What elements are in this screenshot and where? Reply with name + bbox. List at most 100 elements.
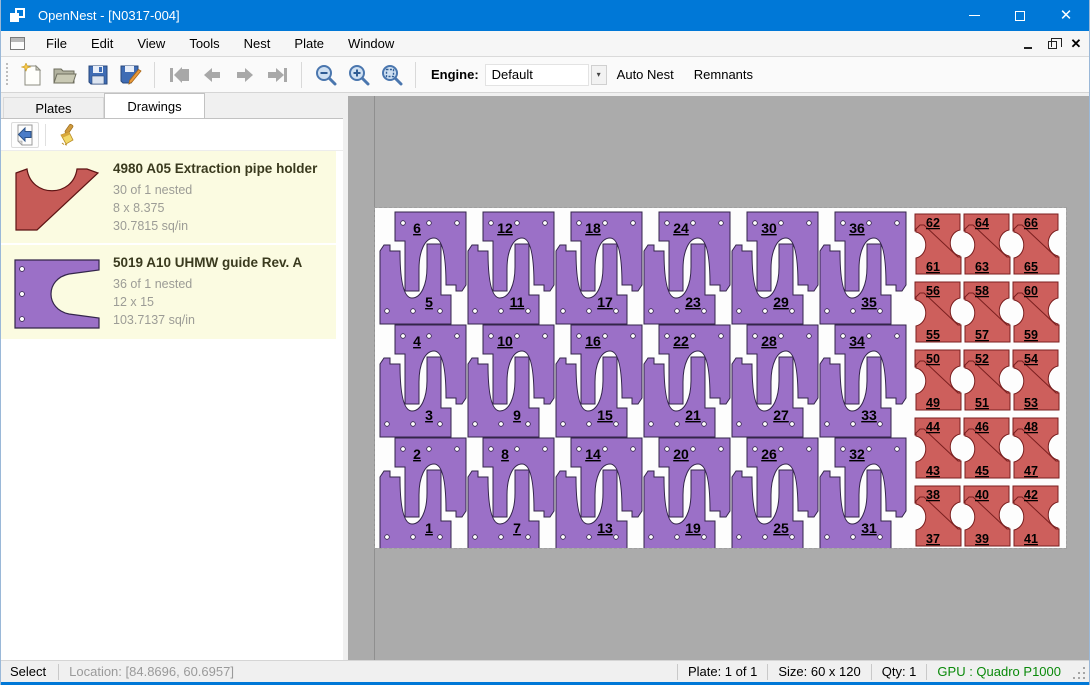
status-location: Location: [84.8696, 60.6957] <box>59 664 244 679</box>
menu-view[interactable]: View <box>125 31 177 57</box>
purple-pair-cell[interactable]: 2019 <box>644 438 730 548</box>
purple-pair-cell[interactable]: 87 <box>468 438 554 548</box>
menu-nest[interactable]: Nest <box>232 31 283 57</box>
drawing-area: 30.7815 sq/in <box>113 217 317 235</box>
part-number: 56 <box>926 284 940 298</box>
zoom-in-button[interactable] <box>342 60 375 90</box>
import-drawing-button[interactable] <box>11 122 39 148</box>
red-pair-cell[interactable]: 6261 <box>915 214 961 274</box>
save-button[interactable] <box>81 60 114 90</box>
window-title: OpenNest - [N0317-004] <box>38 8 951 23</box>
status-plate: Plate: 1 of 1 <box>678 664 767 679</box>
part-number: 57 <box>975 328 989 342</box>
engine-dropdown-arrow[interactable]: ▾ <box>591 65 607 85</box>
part-number: 63 <box>975 260 989 274</box>
menu-plate[interactable]: Plate <box>282 31 336 57</box>
red-pair-cell[interactable]: 5655 <box>915 282 961 342</box>
drawing-title: 4980 A05 Extraction pipe holder <box>113 161 317 176</box>
part-number: 60 <box>1024 284 1038 298</box>
engine-combobox[interactable]: Default <box>485 64 589 86</box>
purple-pair-cell[interactable]: 1817 <box>556 212 642 324</box>
part-number: 5 <box>425 294 433 310</box>
red-pair-cell[interactable]: 4039 <box>964 486 1010 546</box>
mdi-minimize-button[interactable] <box>1017 34 1039 54</box>
purple-pair-cell[interactable]: 65 <box>380 212 466 324</box>
first-plate-button[interactable] <box>162 60 195 90</box>
purple-pair-cell[interactable]: 2423 <box>644 212 730 324</box>
purple-pair-cell[interactable]: 2625 <box>732 438 818 548</box>
menu-bar: File Edit View Tools Nest Plate Window ✕ <box>1 31 1089 57</box>
mdi-close-button[interactable]: ✕ <box>1065 34 1087 54</box>
red-pair-cell[interactable]: 3837 <box>915 486 961 546</box>
purple-pair-cell[interactable]: 3635 <box>820 212 906 324</box>
maximize-button[interactable] <box>997 0 1043 31</box>
purple-pair-cell[interactable]: 1413 <box>556 438 642 548</box>
part-number: 65 <box>1024 260 1038 274</box>
menu-tools[interactable]: Tools <box>177 31 231 57</box>
purple-pair-cell[interactable]: 3029 <box>732 212 818 324</box>
red-pair-cell[interactable]: 4443 <box>915 418 961 478</box>
part-number: 19 <box>685 520 701 536</box>
part-number: 23 <box>685 294 701 310</box>
red-pair-cell[interactable]: 5453 <box>1013 350 1059 410</box>
save-as-button[interactable] <box>114 60 147 90</box>
drawing-area: 103.7137 sq/in <box>113 311 302 329</box>
mdi-minimize-icon <box>1024 47 1032 49</box>
drawing-nested-count: 36 of 1 nested <box>113 275 302 293</box>
zoom-fit-icon <box>381 64 403 86</box>
purple-pair-cell[interactable]: 2221 <box>644 325 730 437</box>
menu-edit[interactable]: Edit <box>79 31 125 57</box>
status-bar: Select Location: [84.8696, 60.6957] Plat… <box>1 660 1089 682</box>
red-pair-cell[interactable]: 4847 <box>1013 418 1059 478</box>
red-pair-cell[interactable]: 4241 <box>1013 486 1059 546</box>
next-plate-button[interactable] <box>228 60 261 90</box>
purple-pair-cell[interactable]: 3433 <box>820 325 906 437</box>
auto-nest-button[interactable]: Auto Nest <box>607 62 684 88</box>
import-drawing-icon <box>15 124 35 146</box>
red-pair-cell[interactable]: 50 49 <box>915 350 961 410</box>
nest-canvas[interactable]: 6543211211109871817161514132423222120193… <box>348 93 1089 660</box>
open-file-button[interactable] <box>48 60 81 90</box>
new-file-button[interactable] <box>15 60 48 90</box>
drawing-item[interactable]: 5019 A10 UHMW guide Rev. A 36 of 1 neste… <box>1 245 336 341</box>
zoom-out-button[interactable] <box>309 60 342 90</box>
tab-plates[interactable]: Plates <box>3 97 104 118</box>
zoom-fit-button[interactable] <box>375 60 408 90</box>
mdi-document-icon[interactable] <box>10 37 25 50</box>
red-pair-cell[interactable]: 6463 <box>964 214 1010 274</box>
clear-drawings-button[interactable] <box>52 122 80 148</box>
tab-drawings[interactable]: Drawings <box>104 93 205 118</box>
purple-pair-cell[interactable]: 1211 <box>468 212 554 324</box>
part-number: 22 <box>673 333 689 349</box>
mdi-restore-button[interactable] <box>1041 34 1063 54</box>
red-pair-cell[interactable]: 5857 <box>964 282 1010 342</box>
red-pair-cell[interactable]: 5251 <box>964 350 1010 410</box>
remnants-button[interactable]: Remnants <box>684 62 763 88</box>
close-button[interactable]: ✕ <box>1043 0 1089 31</box>
open-folder-icon <box>53 65 77 85</box>
part-number: 50 <box>926 352 940 366</box>
red-pair-cell[interactable]: 6059 <box>1013 282 1059 342</box>
previous-plate-button[interactable] <box>195 60 228 90</box>
mdi-close-icon: ✕ <box>1071 37 1082 50</box>
last-plate-button[interactable] <box>261 60 294 90</box>
purple-pair-cell[interactable]: 109 <box>468 325 554 437</box>
status-gpu: GPU : Quadro P1000 <box>927 664 1071 679</box>
red-pair-cell[interactable]: 6665 <box>1013 214 1059 274</box>
purple-pair-cell[interactable]: 3231 <box>820 438 906 548</box>
resize-grip[interactable] <box>1073 667 1087 681</box>
purple-pair-cell[interactable]: 2827 <box>732 325 818 437</box>
red-pair-cell[interactable]: 4645 <box>964 418 1010 478</box>
minimize-button[interactable] <box>951 0 997 31</box>
toolbar-grip[interactable] <box>5 63 9 87</box>
part-number: 20 <box>673 446 689 462</box>
menu-window[interactable]: Window <box>336 31 406 57</box>
plate[interactable]: 6543211211109871817161514132423222120193… <box>375 208 1066 548</box>
part-number: 12 <box>497 220 513 236</box>
purple-pair-cell[interactable]: 43 <box>380 325 466 437</box>
purple-pair-cell[interactable]: 21 <box>380 438 466 548</box>
menu-file[interactable]: File <box>34 31 79 57</box>
part-number: 49 <box>926 396 940 410</box>
purple-pair-cell[interactable]: 1615 <box>556 325 642 437</box>
drawing-item[interactable]: 4980 A05 Extraction pipe holder 30 of 1 … <box>1 151 336 245</box>
